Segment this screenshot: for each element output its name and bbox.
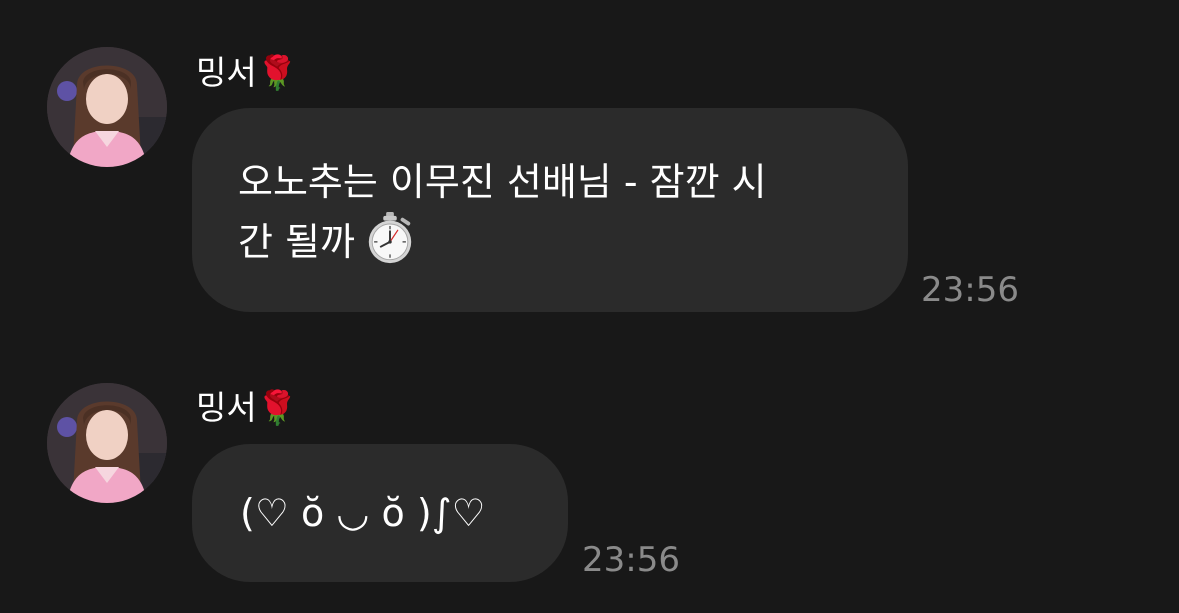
message-timestamp: 23:56 bbox=[582, 540, 680, 580]
message-text-line-2: 간 될까 bbox=[238, 211, 878, 271]
message-text-line-2-text: 간 될까 bbox=[238, 220, 355, 264]
sender-name: 밍서🌹 bbox=[196, 388, 298, 427]
sender-avatar[interactable] bbox=[47, 47, 167, 167]
message-text: (♡ ŏ ◡ ŏ )∫♡ bbox=[240, 491, 486, 535]
message-bubble[interactable]: 오노추는 이무진 선배님 - 잠깐 시 간 될까 bbox=[192, 108, 908, 312]
message-text-line-1: 오노추는 이무진 선배님 - 잠깐 시 bbox=[238, 160, 767, 204]
sender-name: 밍서🌹 bbox=[196, 53, 298, 92]
sender-avatar[interactable] bbox=[47, 383, 167, 503]
avatar-photo bbox=[47, 383, 167, 503]
stopwatch-icon bbox=[368, 211, 412, 264]
avatar-photo bbox=[47, 47, 167, 167]
message-timestamp: 23:56 bbox=[921, 270, 1019, 310]
message-bubble[interactable]: (♡ ŏ ◡ ŏ )∫♡ bbox=[192, 444, 568, 582]
